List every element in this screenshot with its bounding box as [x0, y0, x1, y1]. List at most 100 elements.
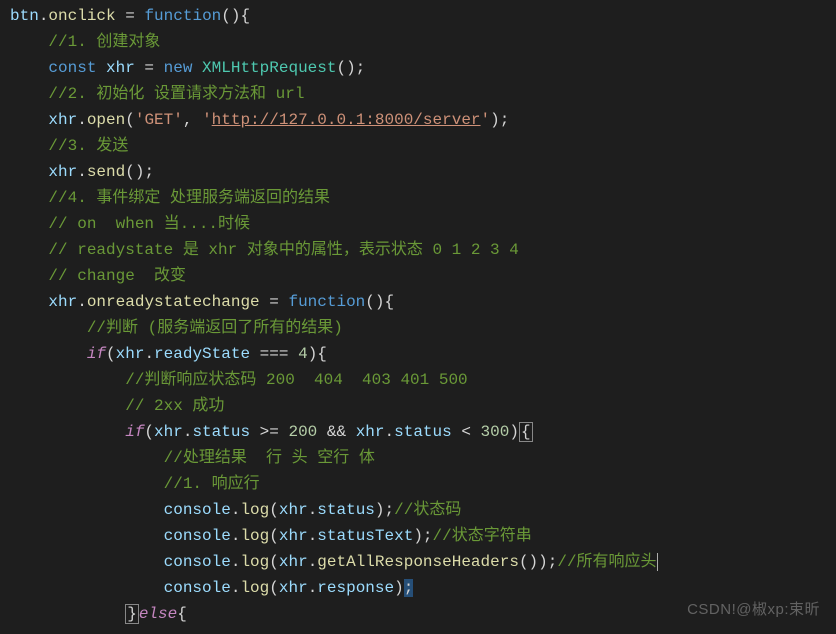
code-token: //4. 事件绑定 处理服务端返回的结果	[48, 189, 330, 207]
code-token: // readystate 是 xhr 对象中的属性，表示状态 0 1 2 3 …	[48, 241, 518, 259]
code-token: btn	[10, 7, 39, 25]
code-token: 'GET'	[135, 111, 183, 129]
code-token: statusText	[317, 527, 413, 545]
code-token: 200	[288, 423, 317, 441]
code-token: ();	[336, 59, 365, 77]
code-token: ;	[404, 579, 414, 597]
code-token: // change 改变	[48, 267, 186, 285]
code-token: .	[308, 579, 318, 597]
code-line[interactable]: const xhr = new XMLHttpRequest();	[10, 56, 826, 82]
code-token: {	[177, 605, 187, 623]
code-token: (){	[365, 293, 394, 311]
code-line[interactable]: // readystate 是 xhr 对象中的属性，表示状态 0 1 2 3 …	[10, 238, 826, 264]
code-line[interactable]: if(xhr.readyState === 4){	[10, 342, 826, 368]
code-token: ();	[125, 163, 154, 181]
code-line[interactable]: if(xhr.status >= 200 && xhr.status < 300…	[10, 420, 826, 446]
code-token: xhr	[48, 111, 77, 129]
code-token: //2. 初始化 设置请求方法和	[48, 85, 275, 103]
code-token: //判断响应状态码 200 404 403 401 500	[125, 371, 467, 389]
code-line[interactable]: console.log(xhr.statusText);//状态字符串	[10, 524, 826, 550]
code-token: xhr	[279, 579, 308, 597]
code-token: );	[413, 527, 432, 545]
code-line[interactable]: //1. 响应行	[10, 472, 826, 498]
code-token: //3. 发送	[48, 137, 128, 155]
code-token: xhr	[48, 163, 77, 181]
code-line[interactable]: //1. 创建对象	[10, 30, 826, 56]
code-token: if	[125, 423, 144, 441]
code-line[interactable]: // on when 当....时候	[10, 212, 826, 238]
code-token: >=	[250, 423, 288, 441]
code-token: ===	[250, 345, 298, 363]
code-token: console	[164, 553, 231, 571]
code-token: url	[276, 85, 305, 103]
code-token: function	[144, 7, 221, 25]
code-line[interactable]: //判断 (服务端返回了所有的结果)	[10, 316, 826, 342]
code-token: .	[77, 163, 87, 181]
code-token: open	[87, 111, 125, 129]
code-token: )	[394, 579, 404, 597]
code-token: status	[394, 423, 452, 441]
code-line[interactable]: xhr.open('GET', 'http://127.0.0.1:8000/s…	[10, 108, 826, 134]
code-token: .	[77, 111, 87, 129]
code-token: if	[87, 345, 106, 363]
code-token: (){	[221, 7, 250, 25]
code-token: .	[183, 423, 193, 441]
text-cursor-icon	[657, 553, 658, 571]
code-line[interactable]: //3. 发送	[10, 134, 826, 160]
code-token: else	[139, 605, 177, 623]
code-token: function	[288, 293, 365, 311]
code-token: xhr	[48, 293, 77, 311]
code-token: &&	[317, 423, 355, 441]
code-token: //判断 (服务端返回了所有的结果)	[87, 319, 343, 337]
code-token: onclick	[48, 7, 115, 25]
code-token: =	[116, 7, 145, 25]
code-token: const	[48, 59, 106, 77]
code-token: }	[125, 604, 139, 624]
code-line[interactable]: // change 改变	[10, 264, 826, 290]
code-token: );	[490, 111, 509, 129]
code-token: (	[269, 527, 279, 545]
code-token: log	[240, 579, 269, 597]
code-token: .	[308, 527, 318, 545]
watermark-text: CSDN!@椒xp:束昕	[687, 598, 820, 622]
code-token: );	[375, 501, 394, 519]
code-line[interactable]: xhr.send();	[10, 160, 826, 186]
code-token: send	[87, 163, 125, 181]
code-token: log	[240, 527, 269, 545]
code-token: status	[192, 423, 250, 441]
code-token: xhr	[356, 423, 385, 441]
code-token: (	[144, 423, 154, 441]
code-line[interactable]: //处理结果 行 头 空行 体	[10, 446, 826, 472]
code-token: .	[308, 553, 318, 571]
code-line[interactable]: btn.onclick = function(){	[10, 4, 826, 30]
code-token: xhr	[279, 501, 308, 519]
code-token: xhr	[154, 423, 183, 441]
code-line[interactable]: //4. 事件绑定 处理服务端返回的结果	[10, 186, 826, 212]
code-line[interactable]: //判断响应状态码 200 404 403 401 500	[10, 368, 826, 394]
code-line[interactable]: // 2xx 成功	[10, 394, 826, 420]
code-token: XMLHttpRequest	[202, 59, 336, 77]
code-token: (	[106, 345, 116, 363]
code-editor[interactable]: btn.onclick = function(){ //1. 创建对象 cons…	[0, 0, 836, 632]
code-line[interactable]: //2. 初始化 设置请求方法和 url	[10, 82, 826, 108]
code-token: response	[317, 579, 394, 597]
code-token: //所有响应头	[557, 553, 656, 571]
code-token: )	[509, 423, 519, 441]
code-line[interactable]: console.log(xhr.getAllResponseHeaders())…	[10, 550, 826, 576]
code-token: .	[77, 293, 87, 311]
code-token: onreadystatechange	[87, 293, 260, 311]
code-token: (	[269, 501, 279, 519]
code-token: getAllResponseHeaders	[317, 553, 519, 571]
code-token: (	[269, 579, 279, 597]
code-line[interactable]: xhr.onreadystatechange = function(){	[10, 290, 826, 316]
code-token: =	[260, 293, 289, 311]
code-token: xhr	[279, 527, 308, 545]
code-token: (	[269, 553, 279, 571]
code-token: //处理结果 行 头 空行 体	[164, 449, 375, 467]
code-token: log	[240, 553, 269, 571]
code-line[interactable]: console.log(xhr.status);//状态码	[10, 498, 826, 524]
code-token: status	[317, 501, 375, 519]
code-token: .	[231, 579, 241, 597]
code-token: .	[231, 501, 241, 519]
code-token: xhr	[116, 345, 145, 363]
